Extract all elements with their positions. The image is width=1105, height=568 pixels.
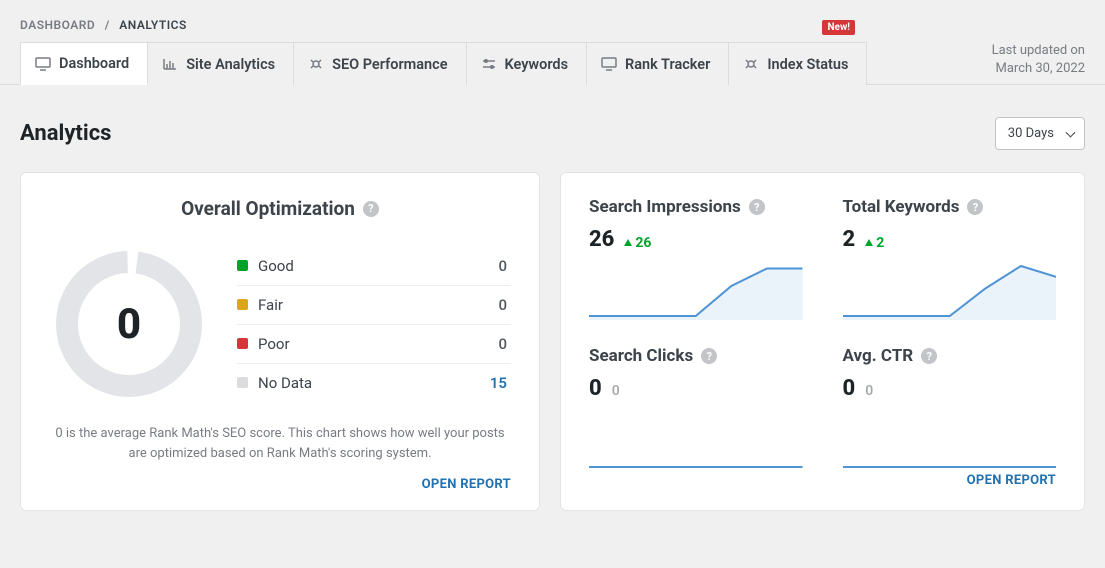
swatch-poor <box>237 338 248 349</box>
overall-body: 0 Good 0 Fair 0 Poor 0 No Data 15 <box>49 244 511 404</box>
keywords-delta: 2 <box>865 235 884 251</box>
target-icon <box>743 57 759 71</box>
keywords-label: Total Keywords <box>843 197 960 217</box>
overall-donut-chart: 0 <box>49 244 209 404</box>
help-icon[interactable]: ? <box>749 199 765 215</box>
swatch-nodata <box>237 377 248 388</box>
impressions-label: Search Impressions <box>589 197 741 217</box>
breadcrumb: DASHBOARD / ANALYTICS <box>0 0 1105 42</box>
keywords-sparkline <box>843 262 1057 320</box>
target-icon <box>308 57 324 71</box>
legend-label-nodata: No Data <box>258 374 312 392</box>
impressions-value: 26 <box>589 227 614 252</box>
tab-seo-label: SEO Performance <box>332 56 447 73</box>
last-updated-date: March 30, 2022 <box>992 60 1085 78</box>
tab-seo-performance[interactable]: SEO Performance <box>294 42 466 85</box>
ctr-sparkline <box>843 411 1057 469</box>
tab-dashboard[interactable]: Dashboard <box>20 42 148 85</box>
tab-index-label: Index Status <box>767 56 848 73</box>
impressions-sparkline <box>589 262 803 320</box>
impressions-delta: 26 <box>624 235 651 251</box>
card-search-metrics: Search Impressions ? 26 26 Total Keyword… <box>560 172 1085 511</box>
swatch-good <box>237 260 248 271</box>
overall-description: 0 is the average Rank Math's SEO score. … <box>49 424 511 463</box>
bar-chart-icon <box>162 57 178 71</box>
tab-index-status[interactable]: Index Status <box>729 42 867 85</box>
up-arrow-icon <box>865 239 873 246</box>
open-report-overall[interactable]: OPEN REPORT <box>49 477 511 492</box>
metric-avg-ctr: Avg. CTR ? 0 0 <box>843 346 1057 469</box>
last-updated-label: Last updated on <box>992 42 1085 60</box>
overall-score: 0 <box>49 244 209 404</box>
breadcrumb-separator: / <box>105 18 110 32</box>
breadcrumb-analytics: ANALYTICS <box>119 18 187 32</box>
ctr-label: Avg. CTR <box>843 346 914 366</box>
up-arrow-icon <box>624 239 632 246</box>
ctr-secondary: 0 <box>865 383 873 399</box>
tabs: Dashboard Site Analytics SEO Performance… <box>20 42 867 84</box>
monitor-icon <box>601 57 617 71</box>
metric-total-keywords: Total Keywords ? 2 2 <box>843 197 1057 320</box>
clicks-sparkline <box>589 411 803 469</box>
clicks-value: 0 <box>589 376 602 401</box>
breadcrumb-dashboard[interactable]: DASHBOARD <box>20 18 95 32</box>
legend-row-nodata: No Data 15 <box>237 364 511 402</box>
cards: Overall Optimization ? 0 Good 0 Fair 0 <box>0 150 1105 531</box>
ctr-value: 0 <box>843 376 856 401</box>
help-icon[interactable]: ? <box>967 199 983 215</box>
clicks-secondary: 0 <box>612 383 620 399</box>
overall-legend: Good 0 Fair 0 Poor 0 No Data 15 <box>237 247 511 402</box>
legend-label-poor: Poor <box>258 335 290 353</box>
tab-site-analytics[interactable]: Site Analytics <box>148 42 294 85</box>
card-overall-optimization: Overall Optimization ? 0 Good 0 Fair 0 <box>20 172 540 511</box>
tab-keywords[interactable]: Keywords <box>467 42 588 85</box>
legend-value-fair: 0 <box>498 296 507 314</box>
help-icon[interactable]: ? <box>363 201 379 217</box>
tab-dashboard-label: Dashboard <box>59 55 129 72</box>
clicks-label: Search Clicks <box>589 346 693 366</box>
metrics-grid: Search Impressions ? 26 26 Total Keyword… <box>589 197 1056 469</box>
title-row: Analytics 30 Days <box>0 85 1105 150</box>
date-range-value: 30 Days <box>1008 126 1054 141</box>
page-title: Analytics <box>20 121 111 146</box>
legend-value-nodata: 15 <box>490 374 507 392</box>
tab-site-label: Site Analytics <box>186 56 275 73</box>
legend-label-fair: Fair <box>258 296 283 314</box>
swatch-fair <box>237 299 248 310</box>
date-range-dropdown[interactable]: 30 Days <box>995 117 1085 150</box>
tab-rank-tracker[interactable]: Rank Tracker <box>587 42 729 85</box>
legend-row-poor: Poor 0 <box>237 325 511 364</box>
sliders-icon <box>481 57 497 71</box>
help-icon[interactable]: ? <box>921 348 937 364</box>
help-icon[interactable]: ? <box>701 348 717 364</box>
metric-search-clicks: Search Clicks ? 0 0 <box>589 346 803 469</box>
legend-row-good: Good 0 <box>237 247 511 286</box>
keywords-value: 2 <box>843 227 856 252</box>
legend-value-poor: 0 <box>498 335 507 353</box>
new-badge: New! <box>822 20 855 35</box>
legend-row-fair: Fair 0 <box>237 286 511 325</box>
overall-title-row: Overall Optimization ? <box>49 197 511 220</box>
tab-keywords-label: Keywords <box>505 56 569 73</box>
last-updated: Last updated on March 30, 2022 <box>992 42 1085 84</box>
metric-search-impressions: Search Impressions ? 26 26 <box>589 197 803 320</box>
legend-label-good: Good <box>258 257 294 275</box>
legend-value-good: 0 <box>498 257 507 275</box>
tab-rank-label: Rank Tracker <box>625 56 710 73</box>
overall-title: Overall Optimization <box>181 197 355 220</box>
open-report-metrics[interactable]: OPEN REPORT <box>589 473 1056 488</box>
monitor-icon <box>35 57 51 71</box>
tabbar-row: New! Dashboard Site Analytics SEO Perfor… <box>0 42 1105 85</box>
